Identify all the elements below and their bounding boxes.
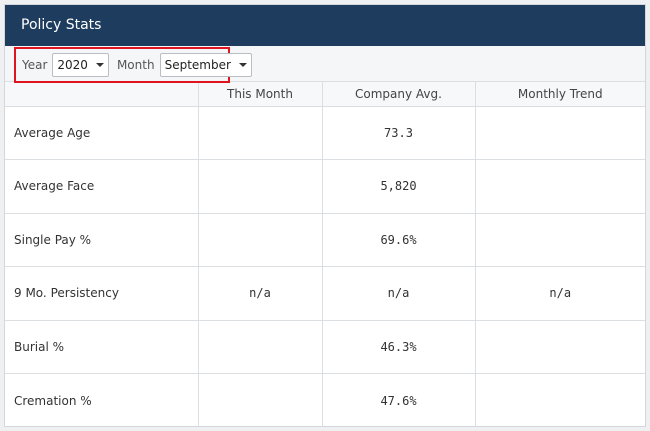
this-month-cell	[197, 213, 322, 267]
stats-table: This Month Company Avg. Monthly Trend Av…	[5, 82, 645, 426]
filter-bar: Year 2020 Month September	[5, 46, 645, 83]
company-avg-cell: 47.6%	[321, 373, 475, 426]
monthly-trend-cell	[474, 159, 645, 214]
metric-label: Average Age	[5, 106, 198, 160]
company-avg-cell: 46.3%	[321, 320, 475, 374]
panel-title: Policy Stats	[5, 5, 645, 46]
metric-label: Average Face	[5, 159, 198, 214]
company-avg-cell: 69.6%	[321, 213, 475, 267]
metric-label: Burial %	[5, 320, 198, 374]
policy-stats-panel: Policy Stats Year 2020 Month September T…	[4, 4, 646, 427]
monthly-trend-cell	[474, 106, 645, 160]
table-row: Single Pay % 69.6%	[5, 213, 645, 267]
table-row: Average Face 5,820	[5, 159, 645, 214]
monthly-trend-cell	[474, 213, 645, 267]
table-row: Burial % 46.3%	[5, 320, 645, 374]
this-month-cell	[197, 373, 322, 426]
company-avg-cell: n/a	[321, 266, 475, 321]
month-select[interactable]: September	[159, 53, 252, 77]
column-header-this-month: This Month	[197, 82, 322, 107]
year-label: Year	[22, 58, 48, 72]
month-label: Month	[116, 58, 155, 72]
this-month-cell: n/a	[197, 266, 322, 321]
this-month-cell	[197, 320, 322, 374]
column-header-company-avg: Company Avg.	[321, 82, 475, 107]
filter-highlight: Year 2020 Month September	[14, 47, 252, 83]
this-month-cell	[197, 159, 322, 214]
this-month-cell	[197, 106, 322, 160]
table-row: 9 Mo. Persistency n/a n/a n/a	[5, 266, 645, 321]
table-row: Average Age 73.3	[5, 106, 645, 160]
metric-label: 9 Mo. Persistency	[5, 266, 198, 321]
monthly-trend-cell	[474, 320, 645, 374]
metric-label: Cremation %	[14, 393, 92, 408]
monthly-trend-cell	[474, 373, 645, 426]
table-row: Cremation % 47.6%	[5, 373, 645, 426]
metric-label: Single Pay %	[5, 213, 198, 267]
column-header-monthly-trend: Monthly Trend	[474, 82, 645, 107]
company-avg-cell: 5,820	[321, 159, 475, 214]
monthly-trend-cell: n/a	[474, 266, 645, 321]
month-value: September	[164, 58, 231, 72]
company-avg-cell: 73.3	[321, 106, 475, 160]
year-value: 2020	[57, 58, 88, 72]
year-select[interactable]: 2020	[52, 53, 109, 77]
table-header-row: This Month Company Avg. Monthly Trend	[5, 82, 645, 107]
column-header	[5, 82, 198, 107]
chevron-down-icon	[238, 63, 247, 67]
chevron-down-icon	[95, 63, 104, 67]
